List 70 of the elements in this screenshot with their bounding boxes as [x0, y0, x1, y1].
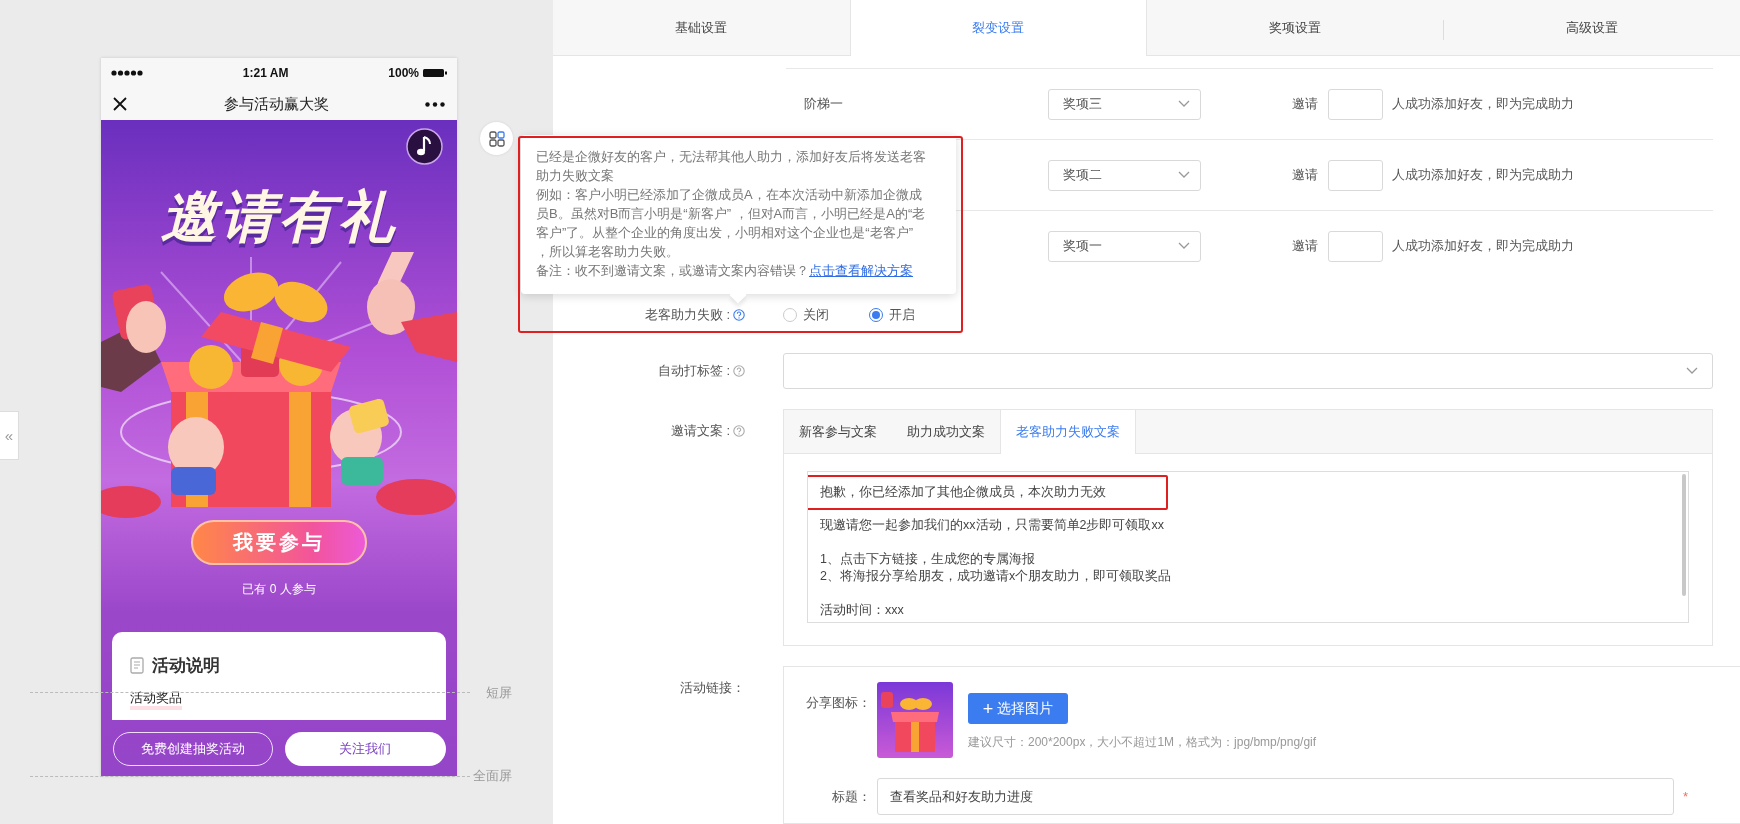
prize-select[interactable]: 奖项一: [1048, 230, 1201, 262]
help-icon: [733, 425, 745, 437]
chevron-down-icon: [1178, 171, 1190, 180]
select-image-button[interactable]: + 选择图片: [968, 693, 1068, 724]
invite-label: 邀请: [1292, 95, 1318, 114]
chevron-down-icon: [1178, 100, 1190, 109]
share-icon-label: 分享图标：: [805, 694, 871, 712]
tooltip-text: 例如：客户小明已经添加了企微成员A，在本次活动中新添加企微成员B。虽然对B而言小明是“新客户” ，但对A而言，小明已经是A的“老客户”了。从整个企业的角度出发，小明相对这个企业也是“老客户” ，所以算老客助力失败。: [536, 186, 926, 261]
solution-link[interactable]: 点击查看解决方案: [809, 263, 913, 278]
field-label: 活动链接：: [680, 679, 745, 697]
text-line: 活动时间：xxx: [820, 602, 905, 619]
follow-button[interactable]: 关注我们: [284, 732, 446, 766]
invite-count-field[interactable]: [1328, 230, 1383, 262]
page-title: 参与活动赢大奖: [223, 94, 329, 114]
size-hint: 建议尺寸：200*200px，大小不超过1M，格式为：jpg/bmp/png/gif: [968, 734, 1317, 751]
radio-circle[interactable]: [869, 308, 883, 323]
card-title: 活动说明: [152, 654, 220, 677]
prize-select[interactable]: 奖项二: [1048, 159, 1201, 191]
signal-dots-icon: [111, 70, 143, 76]
settings-tab[interactable]: 裂变设置: [849, 0, 1147, 57]
more-icon[interactable]: [425, 101, 445, 107]
invite-suffix: 人成功添加好友，即为完成助力: [1392, 166, 1574, 185]
battery-percent: 100%: [388, 66, 419, 80]
tag-select[interactable]: [783, 353, 1713, 389]
chevron-down-icon: [1686, 367, 1698, 375]
invite-count-field[interactable]: [1328, 88, 1383, 120]
status-time: 1:21 AM: [242, 66, 289, 80]
text-line: 1、点击下方链接，生成您的专属海报: [820, 551, 1036, 568]
close-icon[interactable]: [113, 97, 127, 111]
help-icon: [733, 365, 745, 377]
invite-suffix: 人成功添加好友，即为完成助力: [1392, 95, 1574, 114]
radio-option[interactable]: 开启: [869, 306, 915, 325]
field-label: 自动打标签 :: [657, 362, 730, 380]
text-line: 2、将海报分享给朋友，成功邀请x个朋友助力，即可领取奖品: [820, 568, 1173, 585]
banner-title: 邀请有礼: [161, 184, 397, 250]
full-screen-label: 全面屏: [473, 767, 512, 785]
text-line: 现邀请您一起参加我们的xx活动，只需要简单2步即可领取xx: [820, 517, 1165, 534]
prize-select[interactable]: 奖项三: [1048, 88, 1201, 120]
scrollbar[interactable]: [1682, 474, 1686, 596]
field-label: 老客助力失败 :: [644, 306, 730, 325]
settings-tab[interactable]: 高级设置: [1443, 0, 1740, 56]
short-screen-label: 短屏: [486, 684, 512, 702]
tooltip-text: 已经是企微好友的客户，无法帮其他人助力，添加好友后将发送老客助力失败文案: [536, 148, 926, 185]
radio-option[interactable]: 关闭: [783, 306, 829, 325]
ladder-name: 阶梯一: [804, 96, 843, 112]
copy-tab[interactable]: 助力成功文案: [892, 410, 1000, 453]
layout-button[interactable]: [480, 122, 513, 155]
invite-label: 邀请: [1292, 166, 1318, 185]
field-label: 邀请文案 :: [670, 422, 730, 440]
settings-tab[interactable]: 基础设置: [553, 0, 850, 56]
title-input[interactable]: 查看奖品和好友助力进度: [877, 778, 1674, 815]
battery-icon: [423, 68, 447, 78]
required-mark: *: [1683, 789, 1689, 804]
document-icon: [130, 656, 146, 674]
settings-tab[interactable]: 奖项设置: [1146, 0, 1444, 56]
copy-tab[interactable]: 新客参与文案: [784, 410, 892, 453]
grid-icon: [488, 130, 505, 147]
invite-count-field[interactable]: [1328, 159, 1383, 191]
invite-suffix: 人成功添加好友，即为完成助力: [1392, 237, 1574, 256]
title-label: 标题：: [831, 787, 871, 806]
highlighted-text: 抱歉，你已经添加了其他企微成员，本次助力无效: [808, 475, 1168, 510]
copy-tab[interactable]: 老客助力失败文案: [1000, 410, 1136, 454]
invite-label: 邀请: [1292, 237, 1318, 256]
participant-count: 已有 0 人参与: [242, 581, 316, 597]
music-note-icon[interactable]: [406, 128, 443, 165]
copy-textarea[interactable]: 抱歉，你已经添加了其他企微成员，本次助力无效 现邀请您一起参加我们的xx活动，只需要简单2步即可领取xx 1、点击下方链接，生成您的专属海报 2、将海报分享给朋友，成功邀请x个朋友助力，即可领取奖品 活动时间：xxx: [807, 471, 1689, 623]
radio-circle[interactable]: [783, 308, 797, 323]
help-icon: [733, 309, 745, 322]
tooltip-note: 备注：收不到邀请文案，或邀请文案内容错误？点击查看解决方案: [536, 262, 914, 280]
chevron-down-icon: [1178, 242, 1190, 251]
